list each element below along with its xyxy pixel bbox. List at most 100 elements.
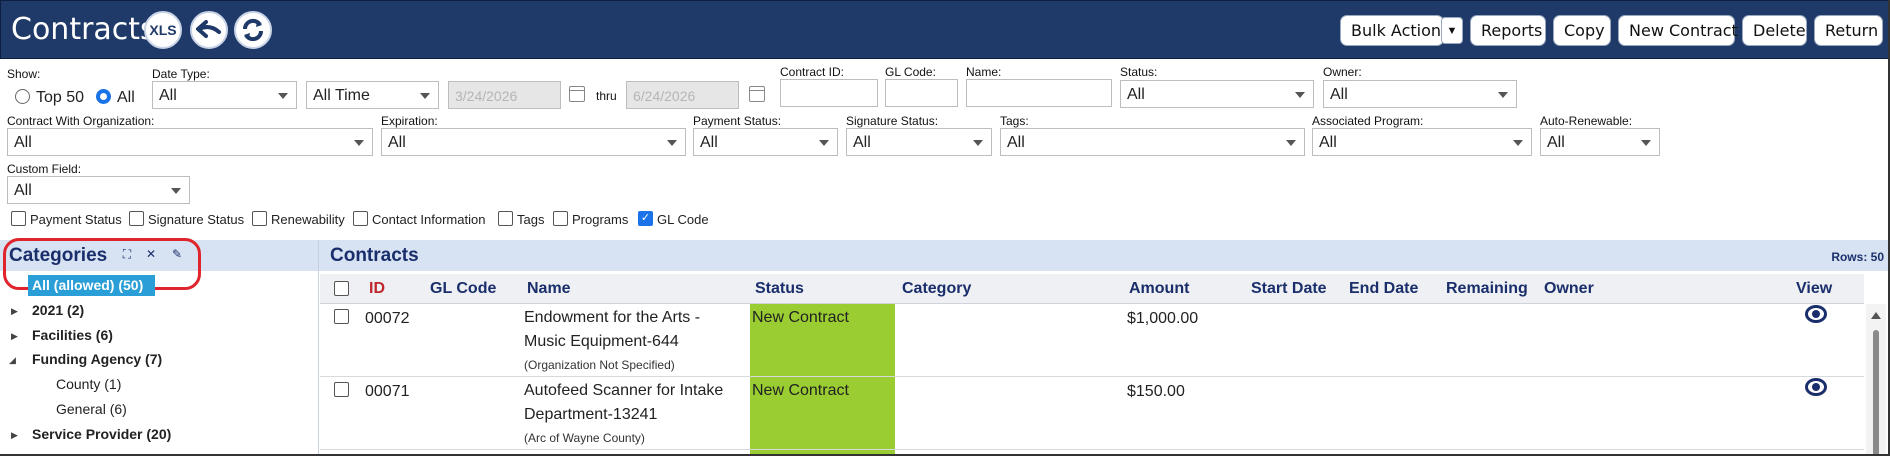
chevron-down-icon [354,140,364,146]
view-eye-icon[interactable] [1805,305,1827,323]
chevron-down-icon [819,140,829,146]
thru-label: thru [596,89,617,103]
show-all-label: All [117,89,135,106]
chevron-down-icon [667,140,677,146]
programs-checkbox[interactable] [553,211,568,226]
associated-program-select[interactable]: All [1312,128,1532,156]
select-all-checkbox[interactable] [334,281,349,296]
tree-expand-icon[interactable]: ▶ [11,306,18,317]
row-status: New Contract [752,309,849,326]
scroll-thumb[interactable] [1873,330,1879,456]
xls-export-icon[interactable]: XLS [144,11,182,49]
contract-with-org-select[interactable]: All [7,128,373,156]
back-icon[interactable] [190,11,228,49]
calendar-icon[interactable] [749,86,765,102]
name-label: Name: [966,65,1002,79]
date-type-select[interactable]: All [152,81,297,109]
row-name-line2[interactable]: Music Equipment-644 [524,333,679,351]
expiration-label: Expiration: [381,114,438,128]
gl-code-label: GL Code: [885,65,936,79]
tree-expand-icon[interactable]: ▶ [11,331,18,342]
name-input[interactable] [966,79,1112,107]
row-select-checkbox[interactable] [334,309,349,324]
owner-select[interactable]: All [1323,80,1517,108]
row-name-line1[interactable]: Autofeed Scanner for Intake [524,382,723,400]
page-title: Contracts [11,12,156,47]
renewability-checkbox[interactable] [252,211,267,226]
col-category[interactable]: Category [902,280,971,298]
bulk-action-button[interactable]: Bulk Action [1340,15,1444,46]
col-owner[interactable]: Owner [1544,280,1594,298]
refresh-arrows-icon [242,18,264,42]
col-view: View [1796,280,1833,297]
row-divider [320,376,1864,377]
custom-field-label: Custom Field: [7,162,82,176]
contract-id-input[interactable] [780,79,878,107]
chevron-down-icon [973,140,983,146]
auto-renewable-label: Auto-Renewable: [1540,114,1633,128]
col-gl-code[interactable]: GL Code [430,280,496,298]
expiration-select[interactable]: All [381,128,686,156]
reports-button[interactable]: Reports [1470,15,1546,46]
scroll-up-icon[interactable] [1871,312,1881,319]
time-range-select[interactable]: All Time [306,81,439,109]
category-all-allowed[interactable]: All (allowed) (50) [28,275,155,296]
payment-status-checkbox[interactable] [11,211,26,226]
delete-button[interactable]: Delete [1742,15,1807,46]
col-amount[interactable]: Amount [1129,280,1189,298]
category-facilities[interactable]: Facilities (6) [32,327,113,343]
col-end-date[interactable]: End Date [1349,280,1418,298]
panel-divider[interactable] [318,240,319,456]
col-id[interactable]: ID [369,280,385,298]
payment-status-label: Payment Status: [693,114,782,128]
category-county[interactable]: County (1) [56,376,121,392]
row-name-line1[interactable]: Endowment for the Arts - [524,309,700,327]
row-select-checkbox[interactable] [334,382,349,397]
chevron-down-icon [1641,140,1651,146]
signature-status-checkbox-label: Signature Status [148,212,245,227]
new-contract-button[interactable]: New Contract [1618,15,1738,46]
col-remaining[interactable]: Remaining [1446,280,1528,298]
row-amount: $150.00 [1127,383,1185,400]
col-start-date[interactable]: Start Date [1251,280,1327,298]
col-status[interactable]: Status [755,280,804,298]
copy-button[interactable]: Copy [1553,15,1611,46]
programs-checkbox-label: Programs [572,212,629,227]
contact-information-checkbox[interactable] [353,211,368,226]
signature-status-select[interactable]: All [846,128,992,156]
status-select[interactable]: All [1120,80,1314,108]
category-service-provider[interactable]: Service Provider (20) [32,426,171,442]
custom-field-select[interactable]: All [7,176,190,204]
bulk-action-dropdown-icon[interactable]: ▼ [1441,17,1463,44]
show-all-radio[interactable] [96,89,111,104]
category-general[interactable]: General (6) [56,401,127,417]
category-2021[interactable]: 2021 (2) [32,302,84,318]
signature-status-label: Signature Status: [846,114,939,128]
grid-scrollbar[interactable] [1866,304,1886,456]
contract-id-label: Contract ID: [780,65,845,79]
gl-code-checkbox[interactable]: ✓ [638,211,653,226]
category-funding-agency[interactable]: Funding Agency (7) [32,351,162,367]
tags-select[interactable]: All [1000,128,1305,156]
signature-status-checkbox[interactable] [129,211,144,226]
row-name-line2[interactable]: Department-13241 [524,406,657,424]
row-id[interactable]: 00072 [365,310,410,328]
return-button[interactable]: Return [1814,15,1883,46]
tags-checkbox[interactable] [498,211,513,226]
auto-renewable-select[interactable]: All [1540,128,1660,156]
contracts-grid-header [319,240,1890,271]
tree-expand-icon[interactable]: ▶ [11,430,18,441]
gl-code-input[interactable] [885,79,958,107]
col-name[interactable]: Name [527,280,571,298]
row-amount: $1,000.00 [1127,310,1199,327]
payment-status-select[interactable]: All [693,128,838,156]
contracts-grid-title: Contracts [330,245,419,266]
refresh-icon[interactable] [234,11,272,49]
chevron-down-icon [171,188,181,194]
show-top50-radio[interactable] [15,89,30,104]
row-id[interactable]: 00071 [365,383,410,401]
rows-count: Rows: 50 [1831,250,1884,264]
view-eye-icon[interactable] [1805,378,1827,396]
tree-collapse-icon[interactable]: ◢ [9,355,16,366]
calendar-icon[interactable] [569,86,585,102]
